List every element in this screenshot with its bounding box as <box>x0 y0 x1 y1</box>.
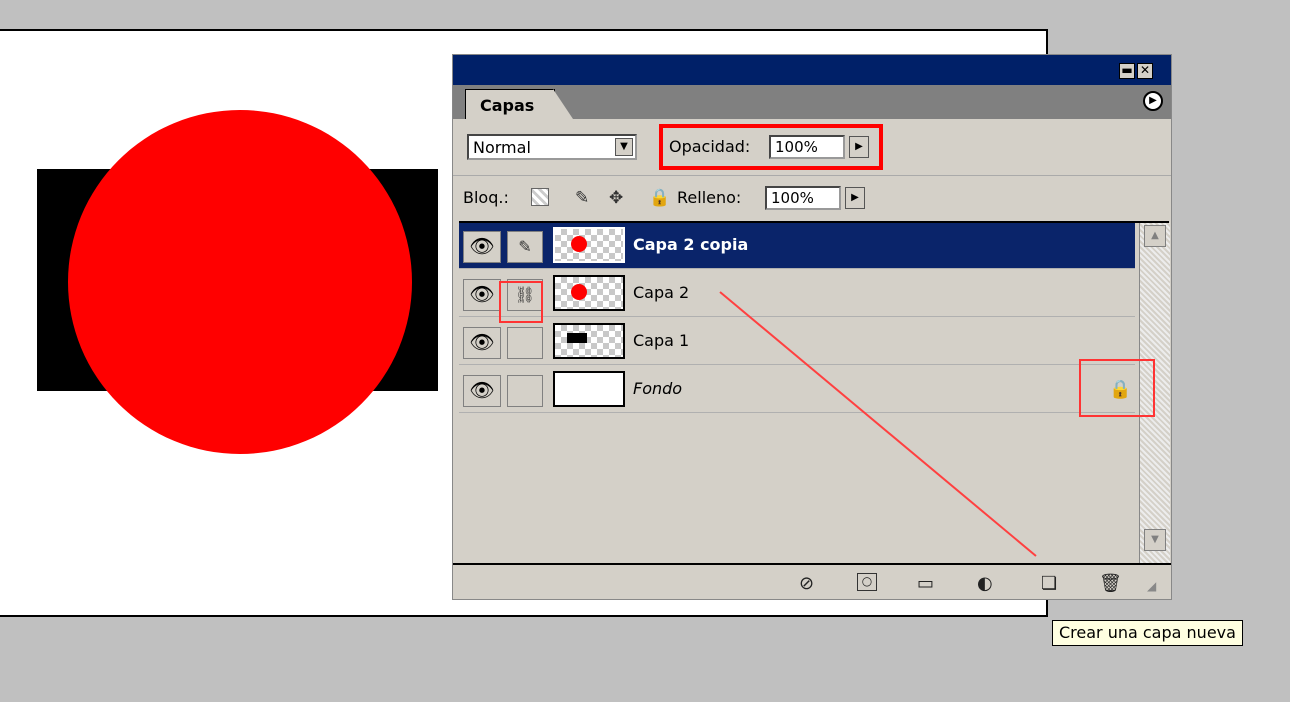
tooltip: Crear una capa nueva <box>1052 620 1243 646</box>
annotation-arrow-line <box>719 291 1037 557</box>
